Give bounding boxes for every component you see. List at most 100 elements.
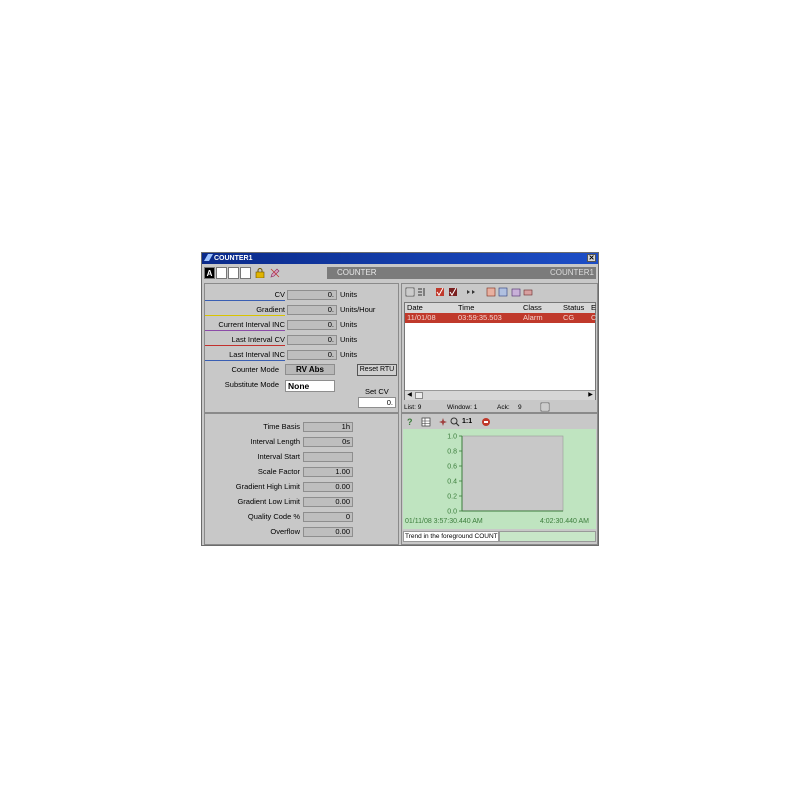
counter-mode-value: RV Abs — [285, 364, 335, 375]
scroll-thumb[interactable] — [415, 392, 423, 399]
time-basis-field: 1h — [303, 422, 353, 432]
list-view-icon[interactable] — [405, 287, 415, 297]
alarm-list-pane: Date Time Class Status E 11/01/08 03:59:… — [401, 283, 598, 413]
current-interval-inc-unit: Units — [340, 320, 358, 329]
trend-chart-area[interactable]: 1.0 0.8 0.6 0.4 0.2 0.0 01/11/08 3:57:30.440 A… — [403, 429, 596, 529]
row-time: 03:59:35.503 — [458, 313, 502, 322]
row-class: Alarm — [523, 313, 543, 322]
trend-pane: ? 1:1 1.0 0.8 0.6 0.4 0.2 0.0 01/11/08 3:57:30… — [401, 413, 598, 545]
table-row[interactable]: 11/01/08 03:59:35.503 Alarm CG C — [405, 313, 597, 323]
acknowledge-all-icon[interactable] — [448, 287, 458, 297]
y-tick-label: 0.4 — [447, 479, 457, 486]
print-icon[interactable] — [523, 287, 533, 297]
interval-start-label: Interval Start — [257, 452, 300, 461]
y-tick-label: 1.0 — [447, 434, 457, 441]
title-bar[interactable]: COUNTER1 ✕ — [202, 253, 598, 264]
cv-unit: Units — [340, 290, 358, 299]
gradient-low-limit-label: Gradient Low Limit — [237, 497, 300, 506]
settings-icon[interactable] — [438, 417, 448, 427]
y-tick-label: 0.8 — [447, 449, 457, 456]
zoom-reset-button[interactable]: 1:1 — [462, 418, 472, 425]
window-count: Window: 1 — [447, 404, 478, 411]
play-icon[interactable] — [466, 287, 476, 297]
quality-code-label: Quality Code % — [247, 512, 300, 521]
scale-factor-field: 1.00 — [303, 467, 353, 477]
list-count: List: 9 — [404, 404, 422, 411]
y-tick-label: 0.0 — [447, 509, 457, 516]
last-interval-inc-field: 0. — [287, 350, 337, 360]
gradient-low-limit-field: 0.00 — [303, 497, 353, 507]
row-status: CG — [563, 313, 575, 322]
interval-length-field: 0s — [303, 437, 353, 447]
gradient-unit: Units/Hour — [340, 305, 376, 314]
last-interval-cv-field: 0. — [287, 335, 337, 345]
a-button[interactable]: A — [204, 267, 215, 279]
current-interval-inc-label: Current Interval INC — [205, 320, 285, 331]
gradient-field: 0. — [287, 305, 337, 315]
x-start-label: 01/11/08 3:57:30.440 AM — [405, 518, 483, 525]
quality-code-field: 0 — [303, 512, 353, 522]
toolbar-slot-3[interactable] — [240, 267, 251, 279]
plot-area — [461, 435, 564, 512]
trend-status-blank — [499, 531, 596, 542]
app-logo-icon — [204, 254, 213, 261]
help-icon[interactable]: ? — [407, 417, 413, 427]
substitute-mode-select[interactable]: None — [285, 380, 335, 392]
zoom-icon[interactable] — [450, 417, 460, 427]
col-time[interactable]: Time — [458, 303, 474, 313]
toolbar-slot-2[interactable] — [228, 267, 239, 279]
scroll-right-icon[interactable]: ▶ — [586, 391, 595, 400]
tag-right: COUNTER1 — [549, 268, 594, 277]
tag-left: COUNTER — [337, 268, 377, 277]
trend-status-text: Trend in the foreground COUNTI — [403, 531, 499, 542]
scroll-left-icon[interactable]: ◀ — [405, 391, 414, 400]
acknowledge-icon[interactable] — [435, 287, 445, 297]
row-extra: C — [591, 313, 597, 322]
last-interval-inc-label: Last Interval INC — [205, 350, 285, 361]
export-icon[interactable] — [511, 287, 521, 297]
scale-factor-label: Scale Factor — [257, 467, 300, 476]
window-title: COUNTER1 — [214, 255, 253, 262]
gradient-high-limit-label: Gradient High Limit — [235, 482, 300, 491]
last-interval-cv-unit: Units — [340, 335, 358, 344]
col-date[interactable]: Date — [407, 303, 423, 313]
x-end-label: 4:02:30.440 AM — [540, 518, 589, 525]
stop-icon[interactable] — [481, 417, 491, 427]
counter-mode-label: Counter Mode — [231, 365, 279, 374]
col-status[interactable]: Status — [563, 303, 584, 313]
alarm-grid: Date Time Class Status E 11/01/08 03:59:… — [404, 302, 596, 400]
details-icon[interactable] — [540, 402, 550, 412]
overflow-label: Overflow — [270, 527, 300, 536]
settings-pane: Time Basis 1h Interval Length 0s Interva… — [204, 413, 399, 545]
columns-icon[interactable] — [417, 287, 427, 297]
table-icon[interactable] — [421, 417, 431, 427]
cv-field: 0. — [287, 290, 337, 300]
edit-pencil-icon[interactable] — [270, 268, 280, 278]
toolbar: A COUNTER COUNTER1 — [202, 265, 598, 282]
col-extra[interactable]: E — [591, 303, 596, 313]
trend-chart: 1.0 0.8 0.6 0.4 0.2 0.0 01/11/08 3:57:30.440 A… — [405, 434, 589, 526]
y-tick-label: 0.6 — [447, 464, 457, 471]
filter-icon[interactable] — [486, 287, 496, 297]
reset-rtu-button[interactable]: Reset RTU — [357, 364, 397, 376]
current-interval-inc-field: 0. — [287, 320, 337, 330]
close-icon[interactable]: ✕ — [587, 254, 596, 262]
gradient-high-limit-field: 0.00 — [303, 482, 353, 492]
col-class[interactable]: Class — [523, 303, 542, 313]
y-tick-label: 0.2 — [447, 494, 457, 501]
set-cv-input[interactable]: 0. — [358, 397, 396, 408]
toolbar-slot-1[interactable] — [216, 267, 227, 279]
last-interval-cv-label: Last Interval CV — [205, 335, 285, 346]
last-interval-inc-unit: Units — [340, 350, 358, 359]
substitute-mode-label: Substitute Mode — [224, 380, 279, 389]
interval-start-field — [303, 452, 353, 462]
sort-icon[interactable] — [498, 287, 508, 297]
counter-window: COUNTER1 ✕ A COUNTER COUNTER1 CV 0. Unit… — [201, 252, 599, 546]
tag-bar: COUNTER COUNTER1 — [327, 267, 596, 279]
interval-length-label: Interval Length — [250, 437, 300, 446]
overflow-field: 0.00 — [303, 527, 353, 537]
lock-icon[interactable] — [255, 268, 265, 278]
counter-values-pane: CV 0. Units Gradient 0. Units/Hour Curre… — [204, 283, 399, 413]
alarm-status-bar: List: 9 Window: 1 Ack: 9 — [404, 402, 596, 412]
horizontal-scrollbar[interactable]: ◀ ▶ — [405, 390, 595, 400]
